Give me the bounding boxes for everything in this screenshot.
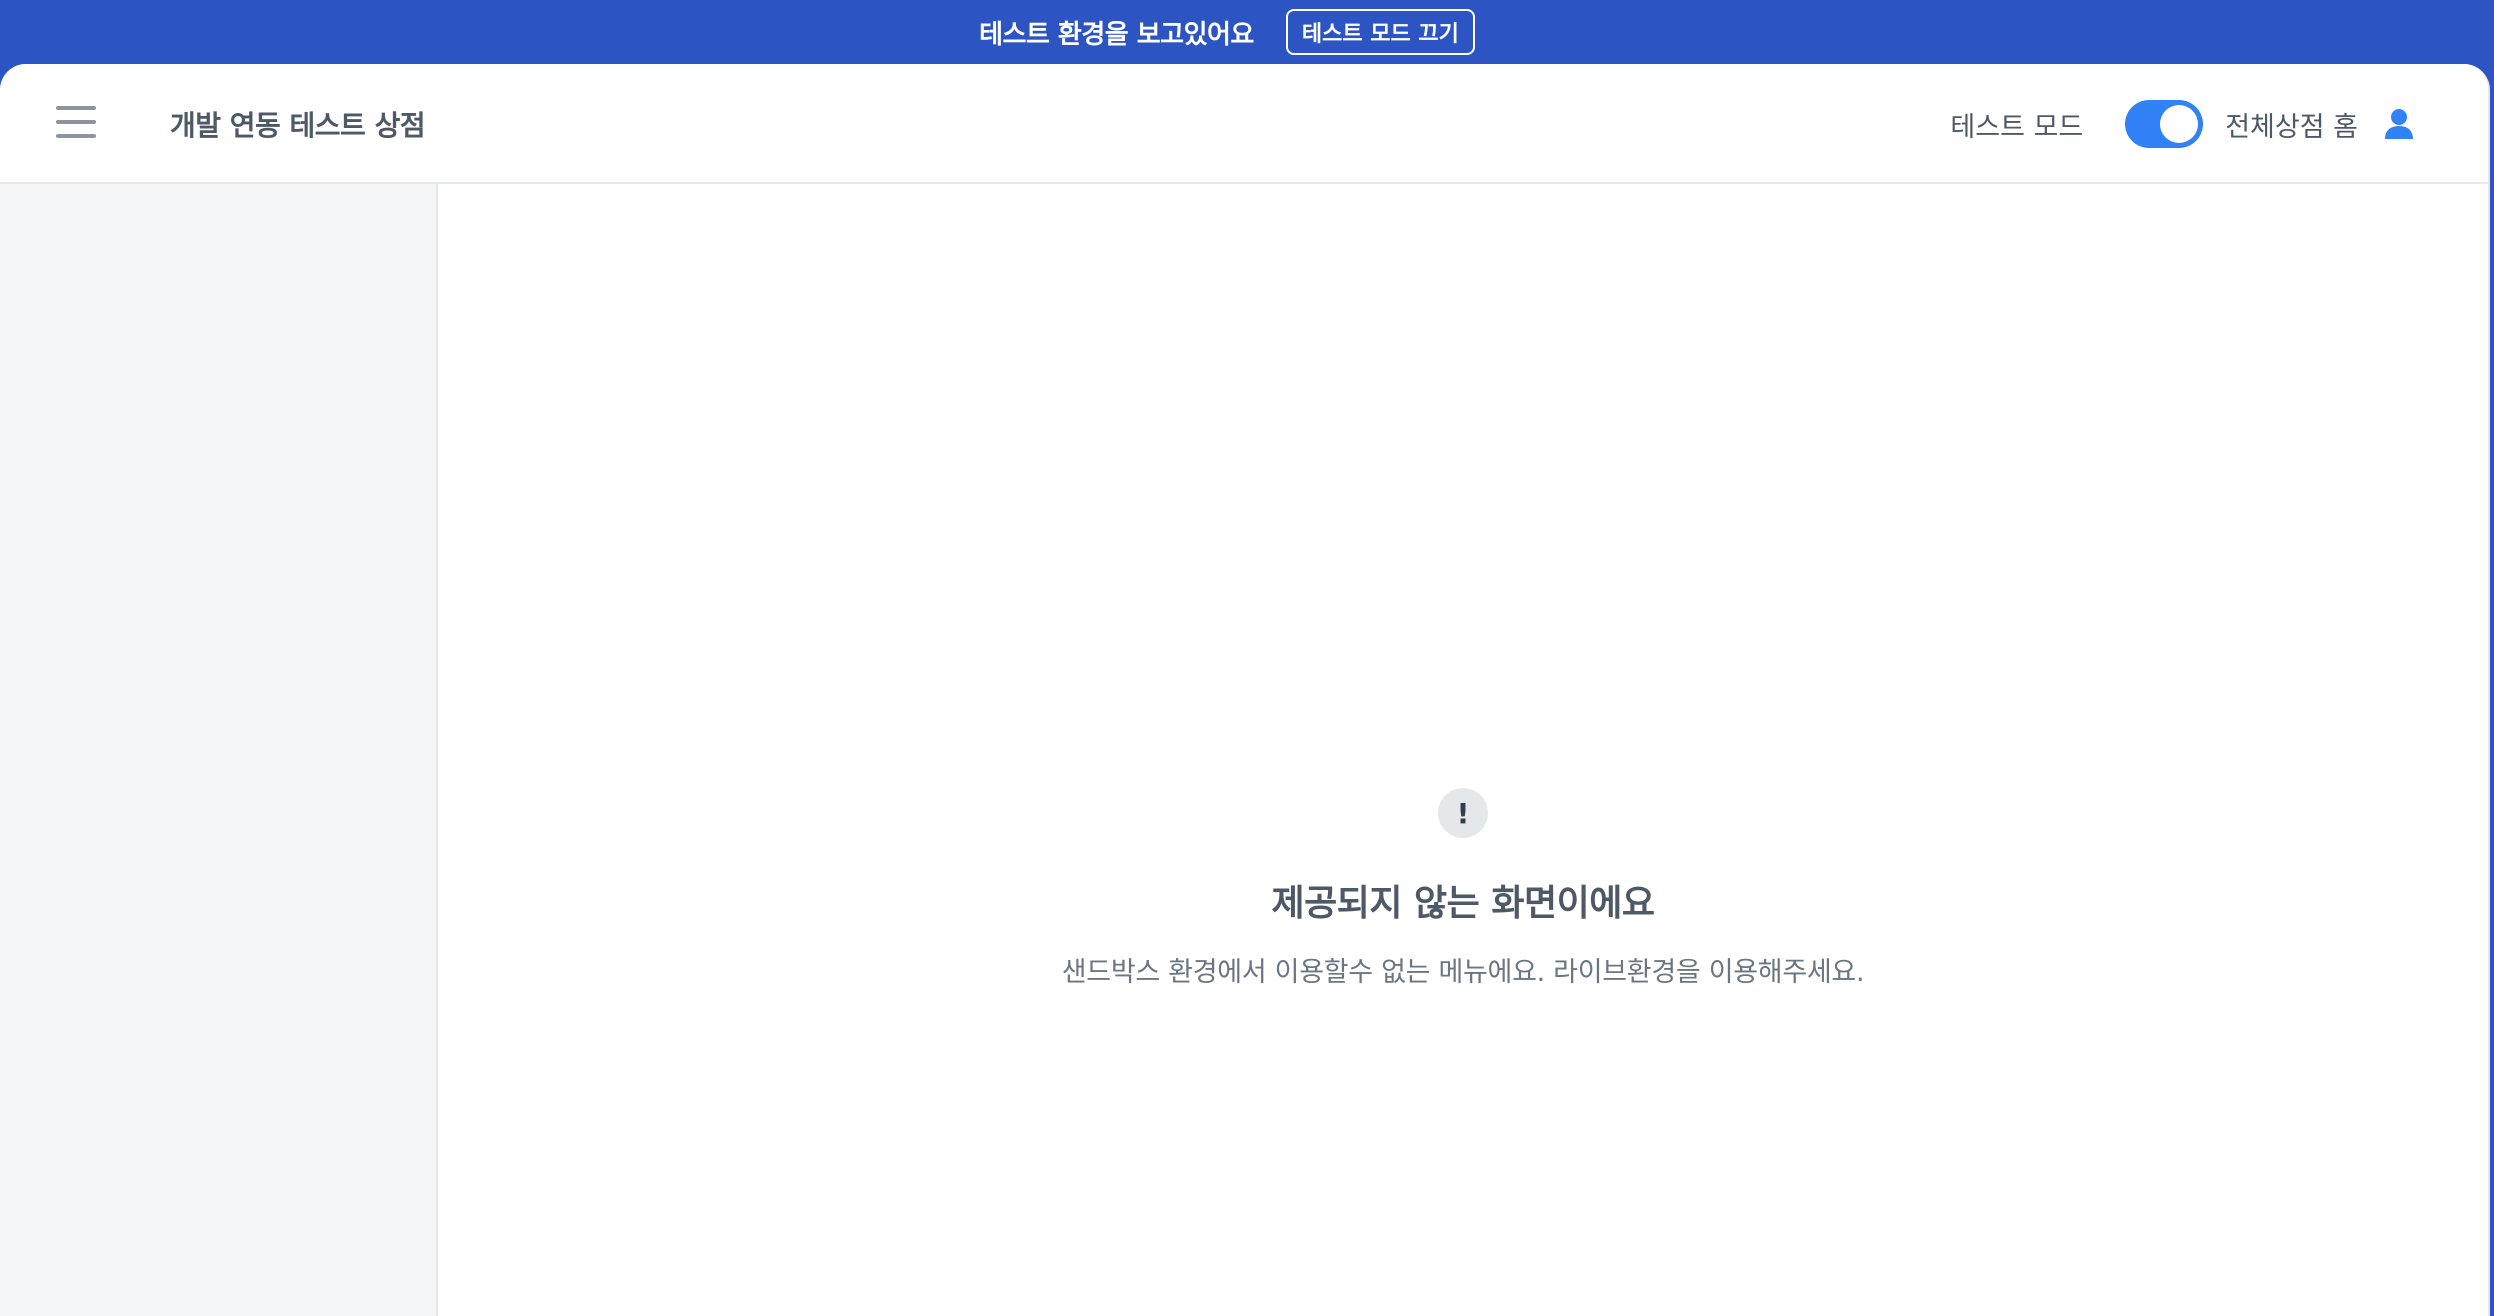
toggle-knob [2160, 105, 2199, 143]
top-navigation-bar: 개발 연동 테스트 상점 테스트 모드 전체상점 홈 [0, 64, 2488, 184]
nav-right-group: 테스트 모드 전체상점 홈 [1950, 92, 2414, 156]
turn-off-test-mode-button[interactable]: 테스트 모드 끄기 [1285, 9, 1475, 55]
hamburger-menu-icon[interactable] [56, 104, 96, 140]
sidebar [0, 184, 438, 1316]
empty-state: ! 제공되지 않는 화면이에요 샌드박스 환경에서 이용할수 없는 메뉴에요. … [438, 788, 2488, 989]
test-mode-toggle[interactable] [2125, 100, 2204, 148]
exclamation-icon: ! [1438, 788, 1488, 838]
banner-text: 테스트 환경을 보고있어요 [979, 19, 1254, 50]
store-title: 개발 연동 테스트 상점 [170, 109, 426, 142]
store-home-link[interactable]: 전체상점 홈 [2225, 105, 2358, 144]
test-mode-label: 테스트 모드 [1950, 111, 2084, 143]
app-frame: 개발 연동 테스트 상점 테스트 모드 전체상점 홈 ! 제공되지 않는 화면이… [0, 64, 2490, 1316]
empty-state-description: 샌드박스 환경에서 이용할수 없는 메뉴에요. 라이브환경을 이용해주세요. [1061, 957, 1865, 988]
test-environment-banner: 테스트 환경을 보고있어요 테스트 모드 끄기 [0, 0, 2494, 64]
user-icon[interactable] [2384, 108, 2414, 140]
main-content: ! 제공되지 않는 화면이에요 샌드박스 환경에서 이용할수 없는 메뉴에요. … [438, 184, 2488, 1316]
empty-state-title: 제공되지 않는 화면이에요 [1271, 883, 1655, 924]
